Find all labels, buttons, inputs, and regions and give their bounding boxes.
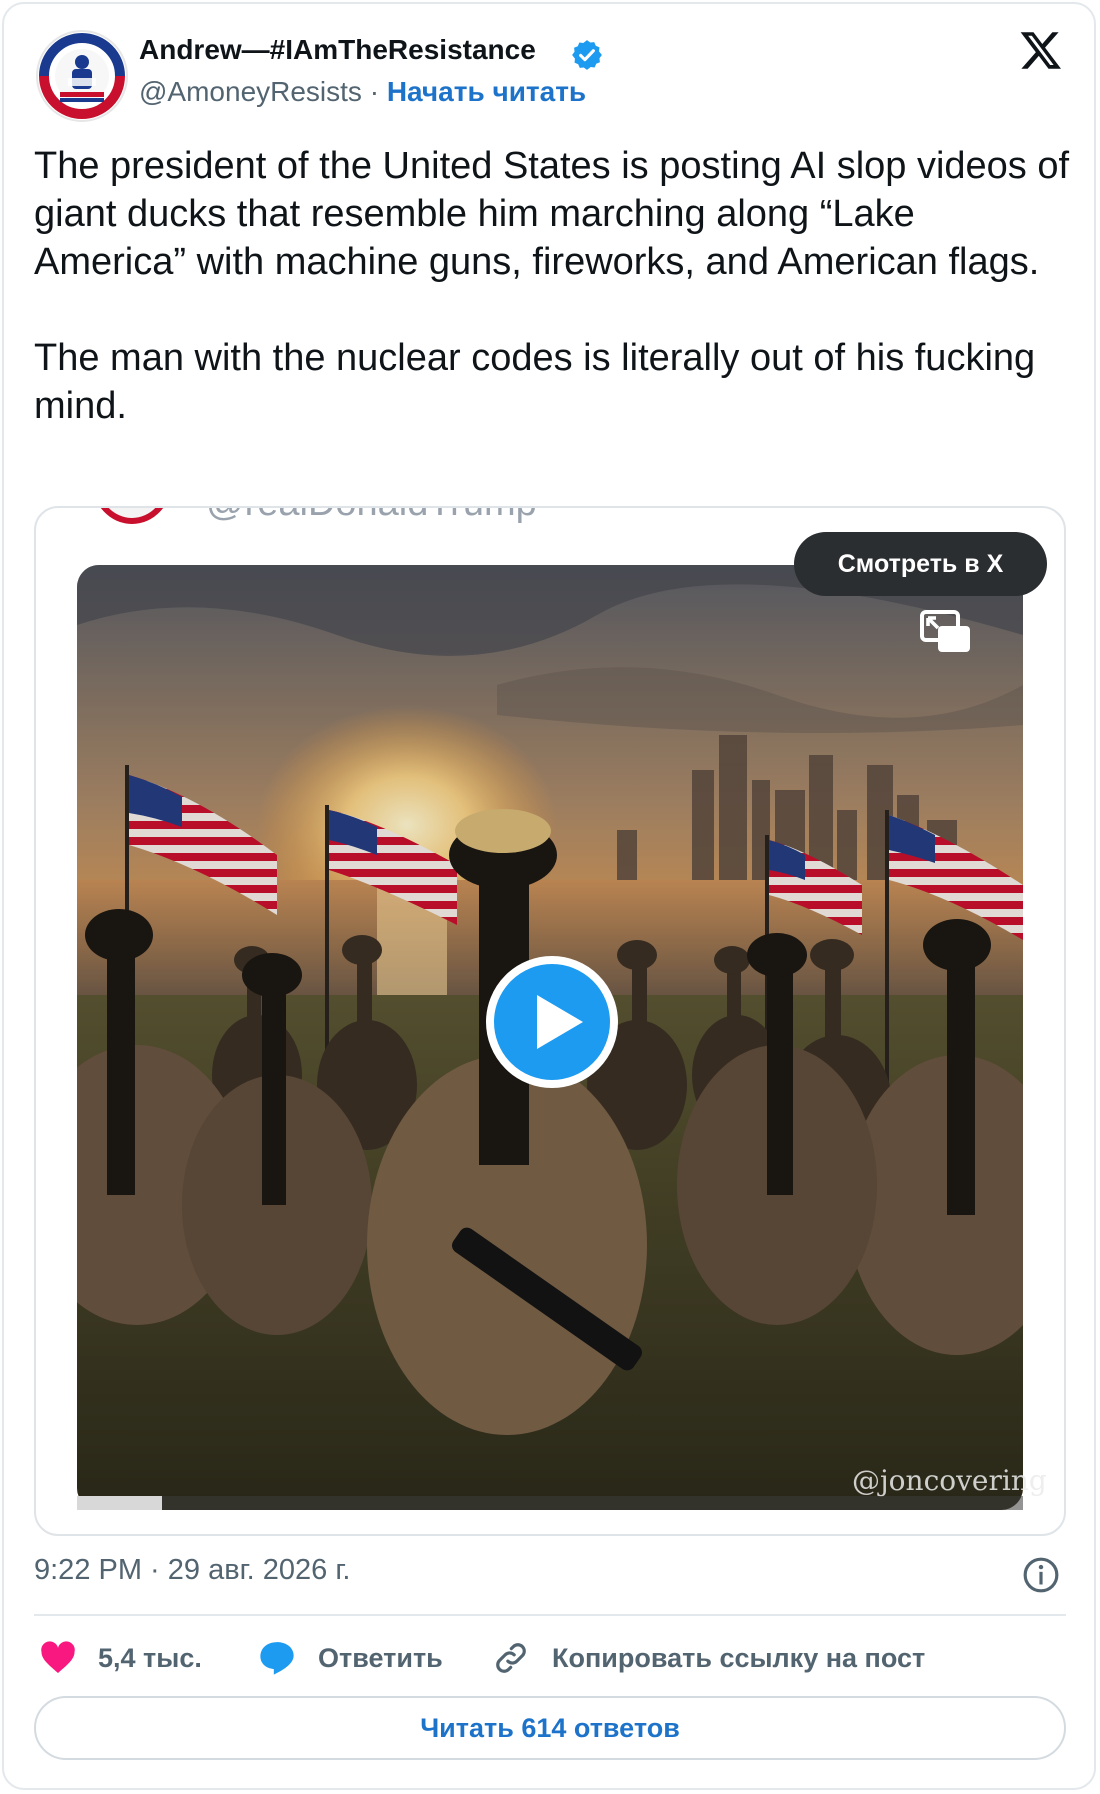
picture-in-picture-icon[interactable] xyxy=(920,610,972,654)
heart-icon xyxy=(41,1641,75,1673)
x-logo-icon[interactable] xyxy=(1018,28,1064,72)
like-button[interactable]: 5,4 тыс. xyxy=(40,1636,202,1680)
reply-bubble-icon xyxy=(260,1642,294,1675)
follow-button[interactable]: Начать читать xyxy=(387,76,586,107)
watch-on-x-button[interactable]: Смотреть в X xyxy=(794,532,1047,596)
like-count: 5,4 тыс. xyxy=(98,1642,202,1673)
divider xyxy=(34,1614,1066,1616)
author-avatar[interactable] xyxy=(36,30,128,122)
embedded-handle-cutoff: @realDonaldTrump xyxy=(206,508,537,525)
copy-link-button[interactable]: Копировать ссылку на пост xyxy=(492,1636,925,1680)
reply-label: Ответить xyxy=(318,1642,443,1673)
stand-with-major-watson-badge-icon xyxy=(39,33,125,119)
verified-badge-icon xyxy=(572,40,602,70)
copy-link-label: Копировать ссылку на пост xyxy=(552,1642,926,1673)
video-watermark: @joncovering xyxy=(852,1464,1047,1497)
tweet-text: The president of the United States is po… xyxy=(34,145,1070,427)
tweet-timestamp[interactable]: 9:22 PM · 29 авг. 2026 г. xyxy=(34,1554,350,1587)
embedded-avatar xyxy=(92,508,172,524)
link-icon xyxy=(496,1643,526,1673)
info-icon[interactable] xyxy=(1022,1556,1060,1594)
reply-button[interactable]: Ответить xyxy=(258,1636,443,1680)
read-replies-button[interactable]: Читать 614 ответов xyxy=(34,1696,1066,1760)
video-progress-track[interactable] xyxy=(77,1496,1023,1510)
separator: · xyxy=(369,76,380,107)
video-progress-fill xyxy=(77,1496,163,1510)
author-handle[interactable]: @AmoneyResists xyxy=(139,76,362,107)
author-display-name[interactable]: Andrew—#IAmTheResistance xyxy=(139,34,536,66)
play-icon[interactable] xyxy=(485,955,619,1089)
author-handle-line: @AmoneyResists · Начать читать xyxy=(139,76,586,108)
